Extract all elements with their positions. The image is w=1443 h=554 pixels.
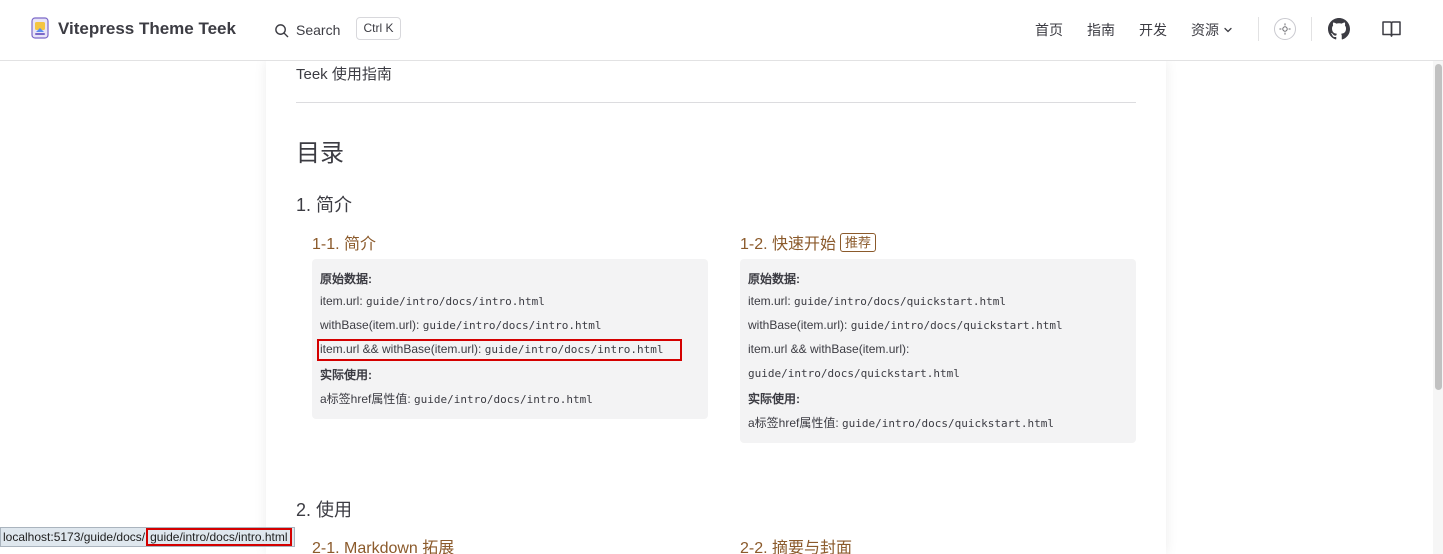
logo-icon[interactable]: [29, 17, 51, 39]
search-shortcut-kbd: Ctrl K: [356, 17, 401, 40]
href-line: a标签href属性值: guide/intro/docs/intro.html: [320, 392, 593, 406]
search-icon: [275, 23, 289, 37]
section-heading-usage: 2. 使用: [296, 500, 353, 520]
subsection-link-summary[interactable]: 2-2. 摘要与封面: [740, 534, 852, 554]
url-line: item.url: guide/intro/docs/intro.html: [320, 294, 545, 308]
combo-line: item.url && withBase(item.url):: [748, 342, 910, 356]
nav-divider: [1258, 17, 1259, 41]
chevron-down-icon: [1224, 27, 1232, 33]
subsection-title: 1-1. 简介: [312, 236, 377, 253]
info-panel-intro: 原始数据: item.url: guide/intro/docs/intro.h…: [312, 259, 708, 419]
nav-home[interactable]: 首页: [1035, 20, 1063, 40]
recommend-badge: 推荐: [840, 232, 877, 252]
section-heading-intro: 1. 简介: [296, 195, 353, 215]
url-line: item.url: guide/intro/docs/quickstart.ht…: [748, 294, 1006, 308]
actual-use-label: 实际使用:: [748, 392, 800, 406]
top-navbar: Vitepress Theme Teek Search Ctrl K 首页 指南…: [0, 0, 1443, 61]
nav-divider: [1311, 17, 1312, 41]
subsection-link-quickstart[interactable]: 1-2. 快速开始 推荐: [740, 230, 877, 254]
intro-text: Teek 使用指南: [296, 66, 392, 83]
subsection-title: 1-2. 快速开始: [740, 236, 837, 253]
theme-toggle-button[interactable]: [1274, 18, 1296, 40]
status-url-highlight: guide/intro/docs/intro.html: [146, 528, 292, 546]
page-scrollbar-thumb[interactable]: [1435, 64, 1442, 390]
site-title[interactable]: Vitepress Theme Teek: [58, 19, 236, 39]
withbase-line: withBase(item.url): guide/intro/docs/qui…: [748, 318, 1063, 332]
theme-toggle-icon: [1279, 23, 1291, 35]
nav-resources-label: 资源: [1191, 22, 1219, 38]
withbase-line: withBase(item.url): guide/intro/docs/int…: [320, 318, 602, 332]
href-line: a标签href属性值: guide/intro/docs/quickstart.…: [748, 416, 1054, 430]
combo-value-line: guide/intro/docs/quickstart.html: [748, 367, 960, 380]
content-card: Teek 使用指南 目录 1. 简介 1-1. 简介 原始数据: item.ur…: [266, 61, 1166, 554]
info-panel-quickstart: 原始数据: item.url: guide/intro/docs/quickst…: [740, 259, 1136, 443]
status-url-prefix: localhost:5173/guide/docs/: [3, 530, 146, 544]
subsection-link-intro[interactable]: 1-1. 简介: [312, 230, 376, 254]
subsection-title: 2-1. Markdown 拓展: [312, 540, 455, 554]
book-icon[interactable]: [1381, 19, 1402, 39]
subsection-title: 2-2. 摘要与封面: [740, 540, 853, 554]
nav-dev[interactable]: 开发: [1139, 20, 1167, 40]
actual-use-label: 实际使用:: [320, 368, 372, 382]
nav-resources[interactable]: 资源: [1191, 20, 1233, 40]
github-icon[interactable]: [1328, 18, 1350, 40]
search-label: Search: [296, 22, 341, 38]
nav-guide[interactable]: 指南: [1087, 20, 1115, 40]
subsection-link-markdown[interactable]: 2-1. Markdown 拓展: [312, 534, 454, 554]
raw-data-label: 原始数据:: [748, 272, 800, 286]
highlight-box: [317, 339, 682, 361]
browser-status-bar: localhost:5173/guide/docs/guide/intro/do…: [0, 527, 295, 547]
toc-heading: 目录: [296, 140, 344, 167]
search-button[interactable]: Search: [274, 18, 340, 42]
horizontal-divider: [296, 102, 1136, 103]
raw-data-label: 原始数据:: [320, 272, 372, 286]
